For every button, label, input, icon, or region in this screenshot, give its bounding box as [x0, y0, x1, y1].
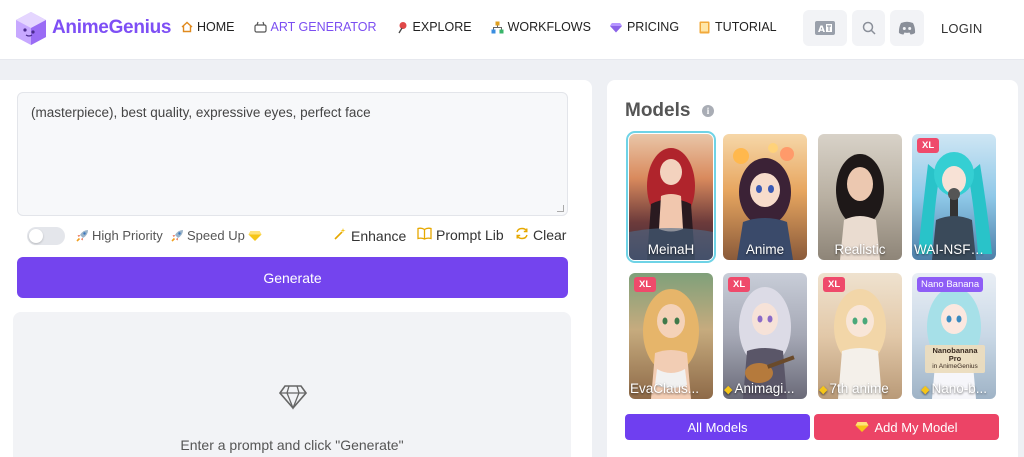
model-card-7th-anime[interactable]: XL ◆ 7th anime [818, 273, 902, 399]
model-card-meinah[interactable]: MeinaH [626, 131, 716, 263]
palette-icon [253, 21, 267, 34]
speed-up-option[interactable]: Speed Up [170, 228, 262, 243]
top-header: AnimeGenius HOME ART GENERATOR EXPLORE W… [0, 0, 1024, 60]
clear-label: Clear [533, 227, 567, 243]
prompt-text: (masterpiece), best quality, expressive … [31, 105, 371, 120]
model-card-nano-banana[interactable]: Nano Banana Nanobanana Pro in AnimeGeniu… [912, 273, 996, 399]
nav-home[interactable]: HOME [180, 20, 235, 34]
model-badge: Nano Banana [917, 277, 984, 292]
model-badge: XL [634, 277, 657, 292]
nav-explore[interactable]: EXPLORE [396, 20, 472, 34]
model-card-label: ◆ Animagi... [723, 381, 807, 396]
main-nav: HOME ART GENERATOR EXPLORE WORKFLOWS PRI… [180, 20, 796, 34]
pin-icon [396, 21, 409, 34]
language-button[interactable]: A [803, 10, 847, 46]
high-priority-toggle[interactable] [27, 227, 65, 245]
prompt-input[interactable]: (masterpiece), best quality, expressive … [17, 92, 568, 216]
model-card-label: WAI-NSFW-... [914, 242, 996, 257]
nav-art-generator-label: ART GENERATOR [270, 20, 377, 34]
brand-name: AnimeGenius [52, 17, 172, 38]
nav-pricing[interactable]: PRICING [610, 20, 679, 34]
nav-workflows-label: WORKFLOWS [507, 20, 591, 34]
translate-icon: A [815, 21, 835, 35]
model-card-label: ◆ 7th anime [818, 381, 902, 396]
model-card-anime[interactable]: Anime [723, 134, 807, 260]
gem-icon [248, 230, 262, 242]
model-card-name: Nano-b... [931, 381, 987, 396]
search-icon [862, 21, 876, 35]
gem-icon [610, 21, 623, 34]
nav-art-generator[interactable]: ART GENERATOR [253, 20, 377, 34]
open-book-icon [417, 227, 432, 243]
nano-overlay: Nanobanana Pro in AnimeGenius [925, 345, 985, 373]
logo-cube-icon [16, 12, 46, 45]
flow-icon [491, 21, 504, 34]
gem-icon: ◆ [819, 384, 828, 396]
nano-overlay-line: in AnimeGenius [932, 363, 978, 370]
nav-tutorial-label: TUTORIAL [715, 20, 777, 34]
model-card-animagine[interactable]: XL ◆ Animagi... [723, 273, 807, 399]
nano-overlay-line: Pro [948, 354, 962, 363]
all-models-button[interactable]: All Models [625, 414, 810, 440]
nav-pricing-label: PRICING [626, 20, 680, 34]
model-card-label: ◆ Nano-b... [912, 381, 996, 396]
model-card-label: Anime [745, 242, 785, 257]
model-card-label: Realistic [834, 242, 886, 257]
model-badge: XL [823, 277, 846, 292]
nav-home-label: HOME [197, 20, 235, 34]
result-hint-text: Enter a prompt and click "Generate" [180, 437, 404, 453]
search-button[interactable] [852, 10, 885, 46]
rocket-icon [170, 228, 185, 243]
gem-icon: ◆ [921, 384, 930, 396]
login-link[interactable]: LOGIN [941, 21, 982, 36]
model-card-name: 7th anime [829, 381, 889, 396]
high-priority-label: High Priority [92, 228, 163, 243]
model-card-name: Animagi... [734, 381, 795, 396]
toggle-knob [29, 229, 43, 243]
models-panel: Models i MeinaH Anime Realistic XL WAI-N… [607, 80, 1018, 457]
models-title: Models [625, 100, 691, 121]
resize-handle[interactable] [557, 205, 564, 212]
gem-icon [855, 421, 869, 433]
diamond-icon [279, 385, 307, 410]
rocket-icon [75, 228, 90, 243]
result-placeholder: Enter a prompt and click "Generate" [13, 312, 571, 457]
clear-button[interactable]: Clear [515, 227, 566, 243]
generate-button[interactable]: Generate [17, 257, 568, 298]
magic-wand-icon [333, 227, 347, 244]
gem-icon: ◆ [724, 384, 733, 396]
svg-text:A: A [818, 25, 825, 35]
prompt-panel: (masterpiece), best quality, expressive … [0, 80, 592, 457]
add-my-model-label: Add My Model [874, 419, 958, 435]
speed-up-label: Speed Up [187, 228, 245, 243]
model-badge: XL [728, 277, 751, 292]
model-card-label: MeinaH [647, 242, 695, 257]
nav-explore-label: EXPLORE [412, 20, 472, 34]
enhance-label: Enhance [351, 227, 407, 244]
prompt-lib-label: Prompt Lib [436, 227, 504, 243]
enhance-button[interactable]: Enhance [333, 227, 406, 244]
model-card-label: EvaClaus... [630, 381, 700, 396]
book-icon [698, 21, 711, 34]
model-card-realistic[interactable]: Realistic [818, 134, 902, 260]
home-icon [180, 21, 193, 34]
nav-tutorial[interactable]: TUTORIAL [698, 20, 777, 34]
add-my-model-button[interactable]: Add My Model [814, 414, 999, 440]
brand-logo[interactable]: AnimeGenius [14, 10, 171, 46]
refresh-icon [515, 227, 529, 243]
info-icon[interactable]: i [702, 105, 714, 117]
model-badge: XL [917, 138, 940, 153]
high-priority-option[interactable]: High Priority [75, 228, 163, 243]
model-card-wai-nsfw[interactable]: XL WAI-NSFW-... [912, 134, 996, 260]
discord-button[interactable] [890, 10, 924, 46]
prompt-lib-button[interactable]: Prompt Lib [417, 227, 504, 243]
nav-workflows[interactable]: WORKFLOWS [491, 20, 591, 34]
discord-icon [898, 21, 916, 35]
model-card-evaclaus[interactable]: XL EvaClaus... [629, 273, 713, 399]
